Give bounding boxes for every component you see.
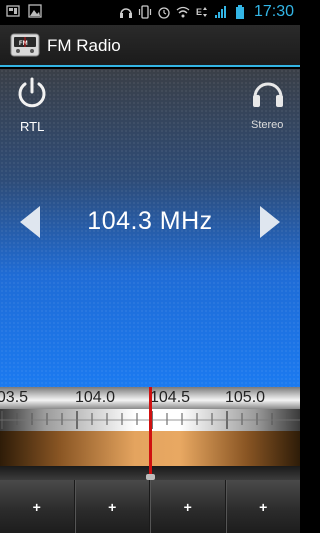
alarm-icon	[158, 7, 170, 19]
headphones-icon[interactable]	[250, 75, 286, 111]
tuning-needle[interactable]	[149, 387, 152, 480]
preset-bar: + + + +	[0, 480, 300, 533]
picture-icon	[28, 4, 42, 18]
frequency-display: 104.3 MHz	[87, 207, 213, 235]
dial-scale-label: 103.5	[0, 389, 29, 406]
dial-scale-label: 105.0	[225, 389, 266, 406]
wifi-icon	[176, 6, 190, 18]
preset-button[interactable]: +	[0, 480, 75, 533]
audio-mode-label: Stereo	[251, 119, 284, 131]
signal-icon	[214, 6, 226, 18]
edge-data-icon: E	[196, 7, 207, 17]
status-bar-system-icons: E 17:30	[119, 3, 294, 21]
action-bar: FM FM Radio	[0, 25, 300, 67]
seek-up-icon[interactable]	[258, 205, 282, 239]
tuner-dial[interactable]: 103.5 104.0 104.5 105.0	[0, 387, 300, 480]
preset-button[interactable]: +	[225, 480, 301, 533]
status-bar: E 17:30	[0, 0, 300, 25]
headphones-icon	[119, 8, 132, 18]
dial-scale-label: 104.5	[150, 389, 191, 406]
status-time: 17:30	[253, 3, 294, 20]
battery-icon	[235, 5, 244, 19]
app-title: FM Radio	[47, 36, 121, 55]
svg-text:FM: FM	[19, 41, 28, 47]
dial-scale-label: 104.0	[75, 389, 116, 406]
power-label: RTL	[20, 119, 45, 134]
vibrate-icon	[138, 5, 152, 19]
radio-main-panel: RTL Stereo 104.3 MHz	[0, 69, 300, 387]
sim-card-icon	[6, 5, 20, 17]
fm-radio-app-icon[interactable]: FM	[10, 31, 40, 59]
preset-button[interactable]: +	[150, 480, 226, 533]
status-bar-notifications	[6, 4, 42, 18]
preset-button[interactable]: +	[74, 480, 150, 533]
svg-text:E: E	[196, 7, 202, 17]
power-icon[interactable]	[14, 75, 50, 111]
